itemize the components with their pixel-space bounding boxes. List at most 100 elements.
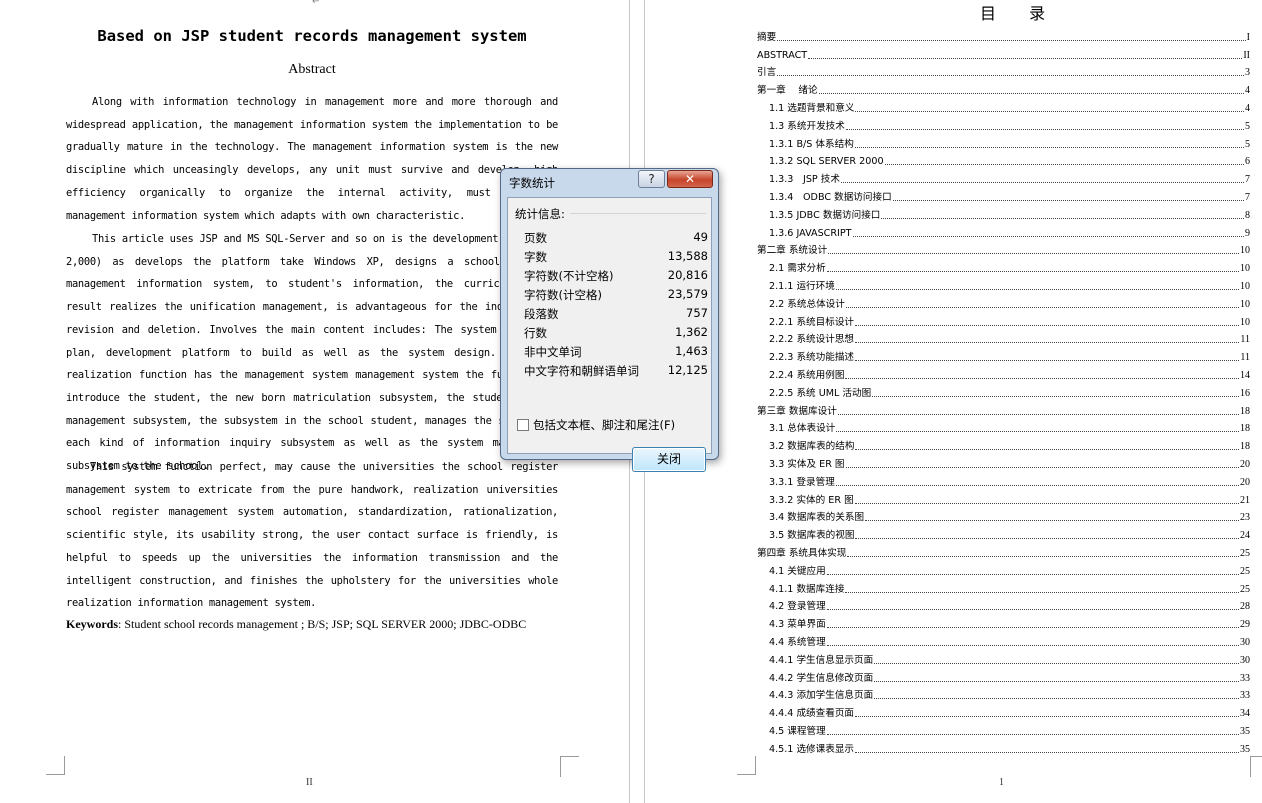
statistic-label: 中文字符和朝鲜语单词 bbox=[524, 364, 639, 378]
toc-entry[interactable]: 4.1.1 数据库连接 25 bbox=[769, 578, 1250, 596]
toc-entry[interactable]: 4.5.1 选修课表显示 35 bbox=[769, 738, 1250, 756]
dialog-body: 统计信息: 页数 49 字数 13,588 字符数(不计空格) 20,816 字符数(计空格… bbox=[507, 197, 712, 472]
toc-entry-page: 21 bbox=[1240, 494, 1250, 506]
page-number: 1 bbox=[999, 777, 1004, 788]
toc-entry[interactable]: 1.3.3 JSP 技术 7 bbox=[769, 168, 1250, 186]
include-textboxes-checkbox[interactable] bbox=[517, 419, 529, 431]
help-button[interactable]: ? bbox=[638, 170, 665, 188]
toc-entry-page: 33 bbox=[1240, 672, 1250, 684]
toc-leader-dots bbox=[845, 466, 1239, 468]
toc-entry[interactable]: 3.3.1 登录管理 20 bbox=[769, 471, 1250, 489]
toc-entry[interactable]: 4.4.2 学生信息修改页面 33 bbox=[769, 667, 1250, 685]
toc-entry-page: 11 bbox=[1240, 334, 1250, 346]
toc-entry[interactable]: ABSTRACT II bbox=[757, 44, 1250, 62]
toc-entry[interactable]: 4.2 登录管理 28 bbox=[769, 596, 1250, 614]
toc-entry-label: 2.2.3 系统功能描述 bbox=[769, 352, 855, 364]
toc-entry-page: 25 bbox=[1240, 583, 1250, 595]
toc-leader-dots bbox=[855, 324, 1239, 326]
toc-entry-page: 4 bbox=[1245, 102, 1250, 114]
toc-leader-dots bbox=[845, 128, 1244, 130]
toc-entry[interactable]: 3.5 数据库表的视图 24 bbox=[769, 524, 1250, 542]
crop-mark bbox=[46, 756, 65, 775]
toc-entry-label: 3.4 数据库表的关系图 bbox=[769, 512, 865, 524]
keywords-text: : Student school records management ; B/… bbox=[118, 617, 527, 631]
toc-leader-dots bbox=[854, 502, 1239, 504]
toc-entry[interactable]: 2.2.5 系统 UML 活动图 16 bbox=[769, 382, 1250, 400]
toc-entry-page: 7 bbox=[1245, 174, 1250, 186]
toc-entry[interactable]: 4.5 课程管理 35 bbox=[769, 720, 1250, 738]
toc-entry[interactable]: 1.3.2 SQL SERVER 2000 6 bbox=[769, 151, 1250, 169]
toc-leader-dots bbox=[845, 591, 1239, 593]
toc-entry[interactable]: 2.2.4 系统用例图 14 bbox=[769, 364, 1250, 382]
toc-entry-label: 4.1.1 数据库连接 bbox=[769, 583, 845, 595]
toc-entry-page: 5 bbox=[1245, 120, 1250, 132]
toc-entry[interactable]: 第四章 系统具体实现 25 bbox=[757, 542, 1250, 560]
toc-entry[interactable]: 2.2.3 系统功能描述 11 bbox=[769, 346, 1250, 364]
toc-leader-dots bbox=[826, 626, 1239, 629]
toc-entry[interactable]: 引言 3 bbox=[757, 62, 1250, 80]
statistic-row: 字符数(计空格) 23,579 bbox=[524, 287, 708, 306]
toc-entry[interactable]: 1.3.6 JAVASCRIPT 9 bbox=[769, 222, 1250, 240]
toc-entry-label: 4.5.1 选修课表显示 bbox=[769, 743, 855, 755]
close-button[interactable]: 关闭 bbox=[632, 447, 706, 472]
statistic-row: 段落数 757 bbox=[524, 306, 708, 325]
toc-leader-dots bbox=[881, 217, 1244, 219]
include-textboxes-label[interactable]: 包括文本框、脚注和尾注(F) bbox=[533, 417, 675, 433]
statistic-value: 12,125 bbox=[667, 363, 708, 377]
toc-entry[interactable]: 2.2.1 系统目标设计 10 bbox=[769, 311, 1250, 329]
toc-entry[interactable]: 1.3.4 ODBC 数据访问接口 7 bbox=[769, 186, 1250, 204]
toc-entry[interactable]: 3.3.2 实体的 ER 图 21 bbox=[769, 489, 1250, 507]
toc-entry[interactable]: 3.1 总体表设计 18 bbox=[769, 418, 1250, 436]
abstract-heading: Abstract bbox=[288, 62, 336, 77]
toc-entry[interactable]: 4.4 系统管理 30 bbox=[769, 631, 1250, 649]
toc-entry-page: 7 bbox=[1245, 191, 1250, 203]
statistic-value: 1,362 bbox=[675, 325, 708, 339]
toc-entry-page: 33 bbox=[1240, 690, 1250, 702]
toc-entry[interactable]: 1.3 系统开发技术 5 bbox=[769, 115, 1250, 133]
toc-entry-page: II bbox=[1243, 49, 1250, 61]
toc-entry[interactable]: 2.1.1 运行环境 10 bbox=[769, 275, 1250, 293]
toc-leader-dots bbox=[840, 181, 1244, 184]
statistic-label: 页数 bbox=[524, 231, 547, 245]
toc-entry[interactable]: 2.2.2 系统设计思想 11 bbox=[769, 329, 1250, 347]
toc-entry[interactable]: 1.1 选题背景和意义 4 bbox=[769, 97, 1250, 115]
toc-entry[interactable]: 4.4.1 学生信息显示页面 30 bbox=[769, 649, 1250, 667]
toc-entry[interactable]: 摘要 I bbox=[757, 26, 1250, 44]
toc-entry[interactable]: 3.4 数据库表的关系图 23 bbox=[769, 507, 1250, 525]
toc-entry-page: 6 bbox=[1245, 156, 1250, 168]
toc-entry-label: 4.1 关键应用 bbox=[769, 565, 826, 577]
toc-entry-page: 10 bbox=[1240, 316, 1250, 328]
toc-entry-page: 10 bbox=[1240, 263, 1250, 275]
statistic-label: 非中文单词 bbox=[524, 345, 582, 359]
toc-entry[interactable]: 4.4.3 添加学生信息页面 33 bbox=[769, 685, 1250, 703]
toc-leader-dots bbox=[874, 697, 1239, 700]
toc-entry[interactable]: 第三章 数据库设计 18 bbox=[757, 400, 1250, 418]
toc-entry[interactable]: 第一章 绪论 4 bbox=[757, 79, 1250, 97]
toc-entry-label: 第一章 绪论 bbox=[757, 85, 818, 97]
toc-entry[interactable]: 3.3 实体及 ER 图 20 bbox=[769, 453, 1250, 471]
toc-entry[interactable]: 4.1 关键应用 25 bbox=[769, 560, 1250, 578]
statistic-label: 字符数(不计空格) bbox=[524, 269, 614, 283]
toc-leader-dots bbox=[855, 448, 1239, 451]
toc-entry[interactable]: 2.1 需求分析 10 bbox=[769, 257, 1250, 275]
toc-entry[interactable]: 4.4.4 成绩查看页面 34 bbox=[769, 702, 1250, 720]
toc-entry[interactable]: 1.3.5 JDBC 数据访问接口 8 bbox=[769, 204, 1250, 222]
toc-leader-dots bbox=[892, 199, 1244, 201]
toc-entry[interactable]: 3.2 数据库表的结构 18 bbox=[769, 435, 1250, 453]
toc-entry-page: 25 bbox=[1240, 547, 1250, 559]
toc-entry[interactable]: 1.3.1 B/S 体系结构 5 bbox=[769, 133, 1250, 151]
help-icon: ? bbox=[648, 172, 655, 186]
word-count-dialog[interactable]: 字数统计 ? ✕ 统计信息: 页数 49 字数 13,588 字符数(不计空格) 20,8… bbox=[500, 168, 719, 472]
toc-entry-page: 20 bbox=[1240, 458, 1250, 470]
toc-leader-dots bbox=[826, 644, 1239, 646]
toc-entry[interactable]: 第二章 系统设计 10 bbox=[757, 240, 1250, 258]
page-number: II bbox=[306, 777, 313, 788]
toc-leader-dots bbox=[874, 662, 1239, 664]
toc-entry-label: 1.3.2 SQL SERVER 2000 bbox=[769, 156, 884, 168]
toc-entry[interactable]: 2.2 系统总体设计 10 bbox=[769, 293, 1250, 311]
crop-mark bbox=[560, 756, 579, 777]
toc-leader-dots bbox=[855, 359, 1240, 362]
window-close-button[interactable]: ✕ bbox=[667, 170, 713, 188]
toc-leader-dots bbox=[835, 484, 1239, 486]
toc-entry[interactable]: 4.3 菜单界面 29 bbox=[769, 613, 1250, 631]
